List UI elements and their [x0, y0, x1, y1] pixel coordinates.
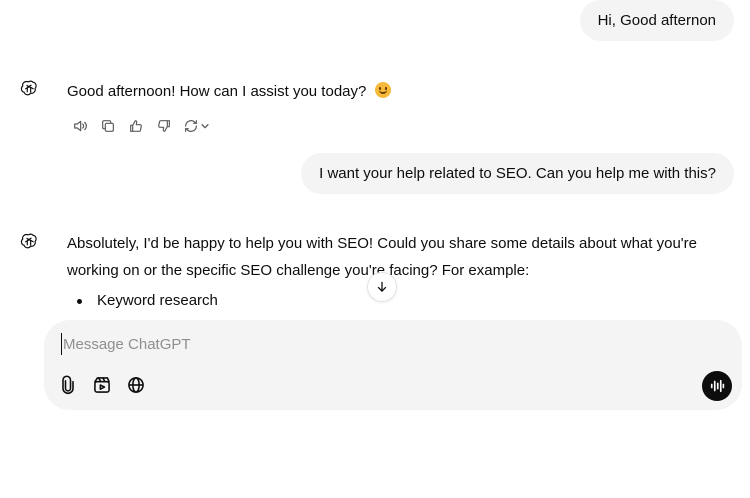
- voice-mode-button[interactable]: [702, 371, 732, 401]
- regenerate-button[interactable]: [178, 114, 214, 138]
- message-input[interactable]: [61, 333, 661, 355]
- chat-page: Hi, Good afternon Good afternoon! How ca…: [0, 0, 750, 498]
- tools-button[interactable]: [89, 372, 115, 398]
- regenerate-icon: [184, 120, 197, 132]
- assistant-message: Absolutely, I'd be happy to help you wit…: [67, 230, 717, 312]
- assistant-message-text: Good afternoon! How can I assist you tod…: [67, 83, 367, 100]
- user-message-text: I want your help related to SEO. Can you…: [319, 164, 716, 182]
- assistant-avatar-icon: [14, 227, 44, 257]
- message-composer: [44, 320, 742, 410]
- thumbs-down-button[interactable]: [150, 114, 178, 138]
- assistant-avatar-icon: [14, 74, 44, 104]
- chevron-down-icon: [200, 124, 209, 129]
- thumbs-up-icon: [130, 120, 142, 132]
- voice-mode-icon: [710, 379, 725, 393]
- message-actions-bar: [66, 114, 214, 138]
- thumbs-down-icon: [158, 120, 170, 132]
- read-aloud-icon: [74, 120, 87, 132]
- copy-button[interactable]: [94, 114, 122, 138]
- scroll-to-bottom-button[interactable]: [367, 272, 397, 302]
- assistant-message: Good afternoon! How can I assist you tod…: [67, 78, 391, 105]
- tools-icon: [94, 377, 110, 393]
- read-aloud-button[interactable]: [66, 114, 94, 138]
- smiling-face-emoji-icon: [374, 82, 391, 98]
- thumbs-up-button[interactable]: [122, 114, 150, 138]
- attach-icon: [62, 375, 74, 395]
- web-search-button[interactable]: [123, 372, 149, 398]
- copy-icon: [102, 120, 114, 132]
- user-message-text: Hi, Good afternon: [597, 11, 716, 29]
- arrow-down-icon: [377, 281, 387, 292]
- user-message-bubble: I want your help related to SEO. Can you…: [301, 153, 734, 194]
- user-message-bubble: Hi, Good afternon: [579, 0, 734, 41]
- attach-button[interactable]: [55, 372, 81, 398]
- web-search-icon: [128, 377, 144, 393]
